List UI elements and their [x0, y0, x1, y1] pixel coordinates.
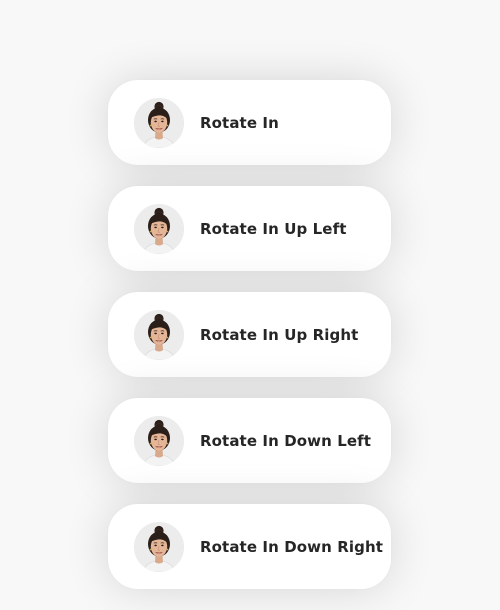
- list-item-rotate-in-up-left[interactable]: Rotate In Up Left: [108, 186, 391, 271]
- animation-list: Rotate In Rotate In Up Left Rotate In Up…: [108, 80, 391, 610]
- woman-avatar-icon: [134, 521, 184, 572]
- woman-avatar-icon: [134, 309, 184, 360]
- list-item-label: Rotate In Down Right: [200, 537, 383, 556]
- woman-avatar-icon: [134, 203, 184, 254]
- list-item-label: Rotate In Up Left: [200, 219, 347, 238]
- woman-avatar-icon: [134, 415, 184, 466]
- page: { "items": [ { "label": "Rotate In", "ic…: [0, 0, 500, 610]
- list-item-rotate-in-down-left[interactable]: Rotate In Down Left: [108, 398, 391, 483]
- list-item-label: Rotate In Up Right: [200, 325, 359, 344]
- list-item-rotate-in-down-right[interactable]: Rotate In Down Right: [108, 504, 391, 589]
- list-item-rotate-in[interactable]: Rotate In: [108, 80, 391, 165]
- list-item-label: Rotate In: [200, 113, 279, 132]
- list-item-label: Rotate In Down Left: [200, 431, 372, 450]
- woman-avatar-icon: [134, 97, 184, 148]
- list-item-rotate-in-up-right[interactable]: Rotate In Up Right: [108, 292, 391, 377]
